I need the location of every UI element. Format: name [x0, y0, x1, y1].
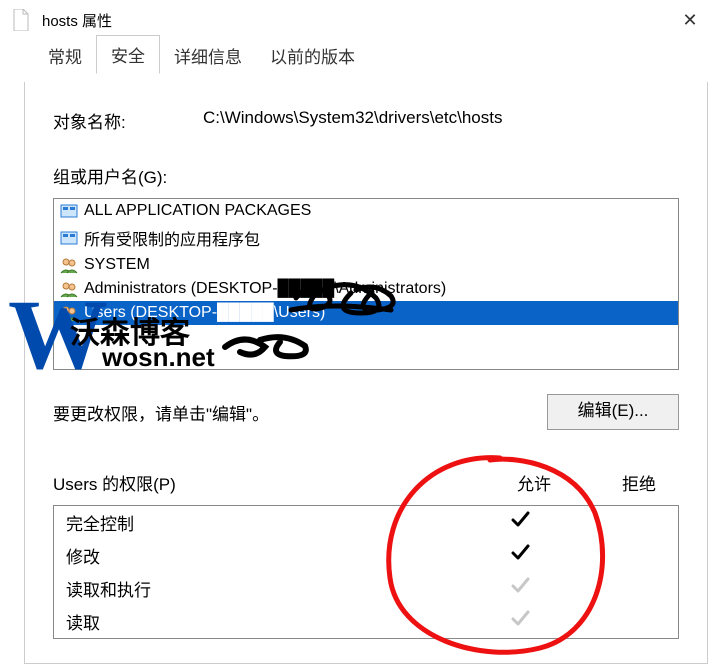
list-item[interactable]: SYSTEM [54, 253, 678, 277]
list-item-label: 所有受限制的应用程序包 [84, 226, 260, 250]
permission-name: 完全控制 [66, 510, 456, 535]
deny-column-label: 拒绝 [599, 470, 679, 495]
close-button[interactable]: ✕ [670, 10, 710, 31]
list-item-label: SYSTEM [84, 256, 150, 274]
allow-mark [456, 577, 586, 600]
permissions-list: 完全控制 修改 读取和执行 读取 [53, 505, 679, 639]
users-icon [60, 304, 78, 322]
object-path: C:\Windows\System32\drivers\etc\hosts [203, 108, 502, 133]
tab-previous[interactable]: 以前的版本 [256, 37, 369, 74]
permission-row: 完全控制 [54, 506, 678, 539]
groups-listbox[interactable]: ALL APPLICATION PACKAGES 所有受限制的应用程序包 SYS… [53, 198, 679, 370]
allow-mark [456, 544, 586, 567]
permission-name: 读取 [66, 609, 456, 634]
object-name-row: 对象名称: C:\Windows\System32\drivers\etc\ho… [53, 108, 679, 133]
edit-button[interactable]: 编辑(E)... [547, 394, 679, 430]
list-item-label: Administrators (DESKTOP-█████\Administra… [84, 280, 446, 298]
properties-window: hosts 属性 ✕ 常规 安全 详细信息 以前的版本 对象名称: C:\Win… [0, 0, 718, 664]
users-icon [60, 280, 78, 298]
list-item-label: ALL APPLICATION PACKAGES [84, 202, 311, 220]
users-icon [60, 256, 78, 274]
edit-permissions-msg: 要更改权限，请单击"编辑"。 [53, 400, 547, 425]
allow-column-label: 允许 [469, 470, 599, 495]
groups-label: 组或用户名(G): [53, 163, 679, 188]
package-icon [60, 229, 78, 247]
package-icon [60, 202, 78, 220]
tab-details[interactable]: 详细信息 [160, 37, 256, 74]
permission-row: 读取和执行 [54, 572, 678, 605]
object-name-label: 对象名称: [53, 108, 203, 133]
list-item[interactable]: Users (DESKTOP-█████\Users) [54, 301, 678, 325]
allow-mark [456, 511, 586, 534]
tab-security[interactable]: 安全 [96, 35, 160, 74]
allow-mark [456, 610, 586, 633]
list-item[interactable]: ALL APPLICATION PACKAGES [54, 199, 678, 223]
edit-permissions-row: 要更改权限，请单击"编辑"。 编辑(E)... [53, 394, 679, 430]
window-title: hosts 属性 [42, 10, 670, 31]
permission-row: 修改 [54, 539, 678, 572]
list-item-label: Users (DESKTOP-█████\Users) [84, 304, 325, 322]
permission-row: 读取 [54, 605, 678, 638]
tab-pane-security: 对象名称: C:\Windows\System32\drivers\etc\ho… [24, 82, 708, 664]
permissions-header: Users 的权限(P) 允许 拒绝 [53, 470, 679, 495]
list-item[interactable]: 所有受限制的应用程序包 [54, 223, 678, 253]
permission-name: 读取和执行 [66, 576, 456, 601]
permission-name: 修改 [66, 543, 456, 568]
titlebar: hosts 属性 ✕ [0, 0, 718, 40]
tab-strip: 常规 安全 详细信息 以前的版本 [0, 40, 718, 74]
file-icon [12, 9, 30, 31]
tab-general[interactable]: 常规 [34, 37, 96, 74]
permissions-for-label: Users 的权限(P) [53, 470, 469, 495]
list-item[interactable]: Administrators (DESKTOP-█████\Administra… [54, 277, 678, 301]
